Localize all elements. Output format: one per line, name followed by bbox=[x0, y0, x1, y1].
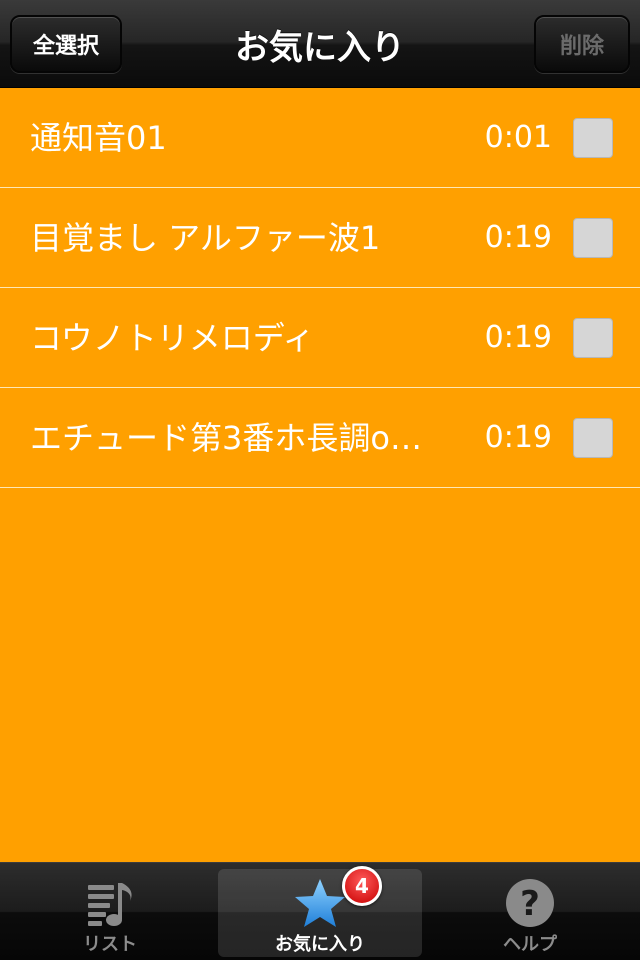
sound-title: 目覚まし アルファー波1 bbox=[30, 219, 381, 257]
delete-button[interactable]: 削除 bbox=[534, 15, 630, 73]
sound-duration: 0:19 bbox=[484, 220, 552, 255]
list-item[interactable]: エチュード第3番ホ長調o… 0:19 bbox=[0, 388, 640, 488]
tab-help[interactable]: ? ヘルプ bbox=[428, 869, 632, 957]
list-item[interactable]: 目覚まし アルファー波1 0:19 bbox=[0, 188, 640, 288]
sound-duration: 0:19 bbox=[484, 420, 552, 455]
tab-label: お気に入り bbox=[275, 934, 365, 955]
sound-duration: 0:19 bbox=[484, 320, 552, 355]
tab-bar: リスト お気に入り ? ヘルプ bbox=[0, 862, 640, 960]
navigation-bar: 全選択 お気に入り 削除 bbox=[0, 0, 640, 88]
select-all-button[interactable]: 全選択 bbox=[10, 15, 122, 73]
select-checkbox[interactable] bbox=[573, 118, 613, 158]
select-checkbox[interactable] bbox=[573, 218, 613, 258]
list-item[interactable]: 通知音01 0:01 bbox=[0, 88, 640, 188]
tab-favorites[interactable]: お気に入り bbox=[218, 869, 422, 957]
favorites-count-badge: 4 bbox=[342, 866, 382, 906]
favorites-list: 通知音01 0:01 目覚まし アルファー波1 0:19 コウノトリメロディ 0… bbox=[0, 88, 640, 488]
sound-title: 通知音01 bbox=[30, 119, 167, 157]
sound-duration: 0:01 bbox=[484, 120, 552, 155]
tab-label: リスト bbox=[83, 934, 137, 955]
music-list-icon bbox=[78, 875, 142, 933]
tab-label: ヘルプ bbox=[503, 934, 557, 955]
page-title: お気に入り bbox=[235, 27, 405, 68]
sound-title: コウノトリメロディ bbox=[30, 319, 315, 357]
sound-title: エチュード第3番ホ長調o… bbox=[30, 419, 422, 457]
select-checkbox[interactable] bbox=[573, 418, 613, 458]
select-checkbox[interactable] bbox=[573, 318, 613, 358]
tab-list[interactable]: リスト bbox=[8, 869, 212, 957]
list-item[interactable]: コウノトリメロディ 0:19 bbox=[0, 288, 640, 388]
svg-text:?: ? bbox=[520, 884, 540, 924]
help-question-icon: ? bbox=[498, 875, 562, 933]
